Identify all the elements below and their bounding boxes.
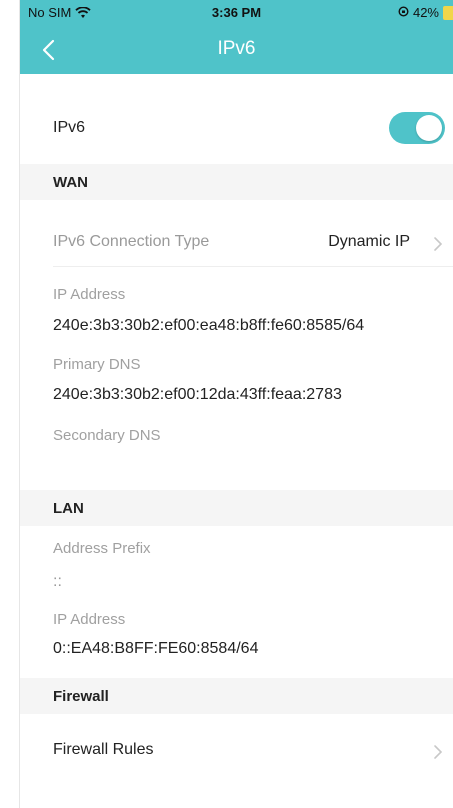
- connection-type-value: Dynamic IP: [328, 233, 410, 250]
- wan-section-header: WAN: [20, 164, 453, 200]
- status-right: 42%: [398, 5, 453, 20]
- page-title: IPv6: [217, 38, 256, 59]
- firewall-rules-row[interactable]: Firewall Rules: [53, 730, 453, 774]
- battery-percent: 42%: [412, 5, 439, 20]
- chevron-right-icon: [434, 237, 443, 251]
- firewall-section-header: Firewall: [20, 678, 453, 714]
- orientation-lock-icon: [398, 5, 409, 20]
- lan-section-header: LAN: [20, 490, 453, 526]
- wan-ip-address-value: 240e:3b3:30b2:ef00:ea48:b8ff:fe60:8585/6…: [53, 317, 365, 334]
- left-margin: [0, 0, 19, 808]
- primary-dns-label: Primary DNS: [53, 356, 141, 373]
- firewall-header-label: Firewall: [53, 688, 109, 705]
- secondary-dns-label: Secondary DNS: [53, 427, 161, 444]
- address-prefix-label: Address Prefix: [53, 540, 151, 557]
- lan-ip-address-value: 0::EA48:B8FF:FE60:8584/64: [53, 640, 259, 657]
- connection-type-row[interactable]: IPv6 Connection Type Dynamic IP: [53, 222, 453, 267]
- connection-type-label: IPv6 Connection Type: [53, 233, 210, 250]
- app-screen: No SIM 3:36 PM 42% IPv6 IPv6 WAN IPv6 Co…: [19, 0, 453, 808]
- status-time: 3:36 PM: [211, 5, 262, 20]
- ipv6-row: IPv6: [53, 107, 453, 151]
- toggle-knob: [416, 115, 442, 141]
- primary-dns-value: 240e:3b3:30b2:ef00:12da:43ff:feaa:2783: [53, 386, 342, 403]
- wan-ip-address-label: IP Address: [53, 286, 126, 303]
- wan-header-label: WAN: [53, 174, 88, 191]
- firewall-rules-label: Firewall Rules: [53, 741, 154, 758]
- lan-header-label: LAN: [53, 500, 84, 517]
- address-prefix-value: ::: [53, 573, 62, 590]
- ipv6-toggle[interactable]: [389, 112, 445, 144]
- chevron-right-icon: [434, 745, 443, 759]
- status-bar: No SIM 3:36 PM 42%: [20, 0, 453, 24]
- ipv6-label: IPv6: [53, 119, 86, 136]
- lan-ip-address-label: IP Address: [53, 611, 126, 628]
- battery-icon: [443, 5, 453, 20]
- nav-bar: IPv6: [20, 24, 453, 74]
